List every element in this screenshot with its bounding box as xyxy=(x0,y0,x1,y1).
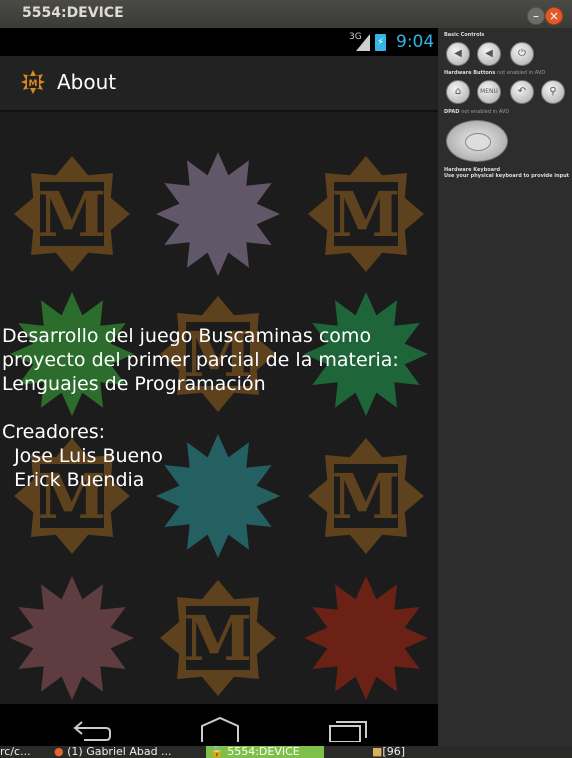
svg-text:M: M xyxy=(29,79,38,89)
home-key-icon[interactable]: ⌂ xyxy=(446,80,470,104)
about-text: Desarrollo del juego Buscaminas como proy… xyxy=(2,324,432,492)
svg-text:M: M xyxy=(184,602,253,675)
status-bar: 3G ⚡ 9:04 xyxy=(0,28,438,56)
mine-tile-icon xyxy=(156,152,280,276)
logo-tile-icon: M xyxy=(14,156,130,272)
creator-name-1: Jose Luis Bueno xyxy=(2,445,163,467)
clock: 9:04 xyxy=(396,32,435,52)
about-line-2: proyecto del primer parcial de la materi… xyxy=(2,349,399,371)
device-screen: 3G ⚡ 9:04 M About MMMMMM Desarrollo del … xyxy=(0,28,438,746)
lock-icon: 🔒 xyxy=(210,746,224,758)
basic-controls-label: Basic Controls xyxy=(444,32,485,38)
folder-icon: ■ xyxy=(372,746,383,758)
creators-label: Creadores: xyxy=(2,421,106,443)
taskbar-item-browser[interactable]: ● (1) Gabriel Abad ... xyxy=(54,746,172,758)
back-key-icon[interactable]: ↶ xyxy=(510,80,534,104)
volume-down-icon[interactable]: ◀ xyxy=(446,42,470,66)
mine-tile-icon xyxy=(10,576,134,700)
battery-icon: ⚡ xyxy=(375,34,386,51)
volume-up-icon[interactable]: ◀ xyxy=(477,42,501,66)
browser-icon: ● xyxy=(54,746,64,758)
navigation-bar xyxy=(0,704,438,746)
dpad-control[interactable] xyxy=(446,120,508,162)
emulator-controls-panel: Basic Controls ◀ ◀ ⏻ Hardware Buttons no… xyxy=(438,28,572,746)
minimize-icon[interactable]: – xyxy=(527,7,545,25)
taskbar-item[interactable]: rc/c... xyxy=(0,746,31,758)
app-logo-icon[interactable]: M xyxy=(21,70,45,94)
home-icon[interactable] xyxy=(200,716,240,742)
menu-key-button[interactable]: MENU xyxy=(477,80,501,104)
hardware-buttons-label: Hardware Buttons not enabled in AVD xyxy=(444,70,546,76)
logo-tile-icon: M xyxy=(308,156,424,272)
svg-text:M: M xyxy=(38,178,107,251)
about-line-1: Desarrollo del juego Buscaminas como xyxy=(2,325,372,347)
mine-tile-icon xyxy=(304,576,428,700)
signal-icon xyxy=(356,34,370,51)
window-title: 5554:DEVICE xyxy=(22,5,124,21)
taskbar-item-device[interactable]: 🔒 5554:DEVICE xyxy=(206,746,324,758)
keyboard-note: Use your physical keyboard to provide in… xyxy=(444,173,570,179)
about-line-3: Lenguajes de Programación xyxy=(2,373,266,395)
action-bar: M About xyxy=(0,56,438,112)
back-icon[interactable] xyxy=(72,716,112,742)
close-icon[interactable]: × xyxy=(545,7,563,25)
screen-title: About xyxy=(57,70,117,94)
power-icon[interactable]: ⏻ xyxy=(510,42,534,66)
taskbar-item-folder[interactable]: ■[96] xyxy=(372,746,405,758)
dpad-label: DPAD not enabled in AVD xyxy=(444,109,510,115)
creator-name-2: Erick Buendia xyxy=(2,469,145,491)
recent-apps-icon[interactable] xyxy=(328,716,368,742)
about-content: MMMMMM Desarrollo del juego Buscaminas c… xyxy=(0,112,438,704)
svg-text:M: M xyxy=(332,178,401,251)
logo-tile-icon: M xyxy=(160,580,276,696)
dpad-center-button[interactable] xyxy=(465,133,491,151)
window-titlebar: 5554:DEVICE – × xyxy=(0,0,572,28)
search-key-icon[interactable]: ⚲ xyxy=(541,80,565,104)
taskbar: rc/c... ● (1) Gabriel Abad ... 🔒 5554:DE… xyxy=(0,746,572,758)
